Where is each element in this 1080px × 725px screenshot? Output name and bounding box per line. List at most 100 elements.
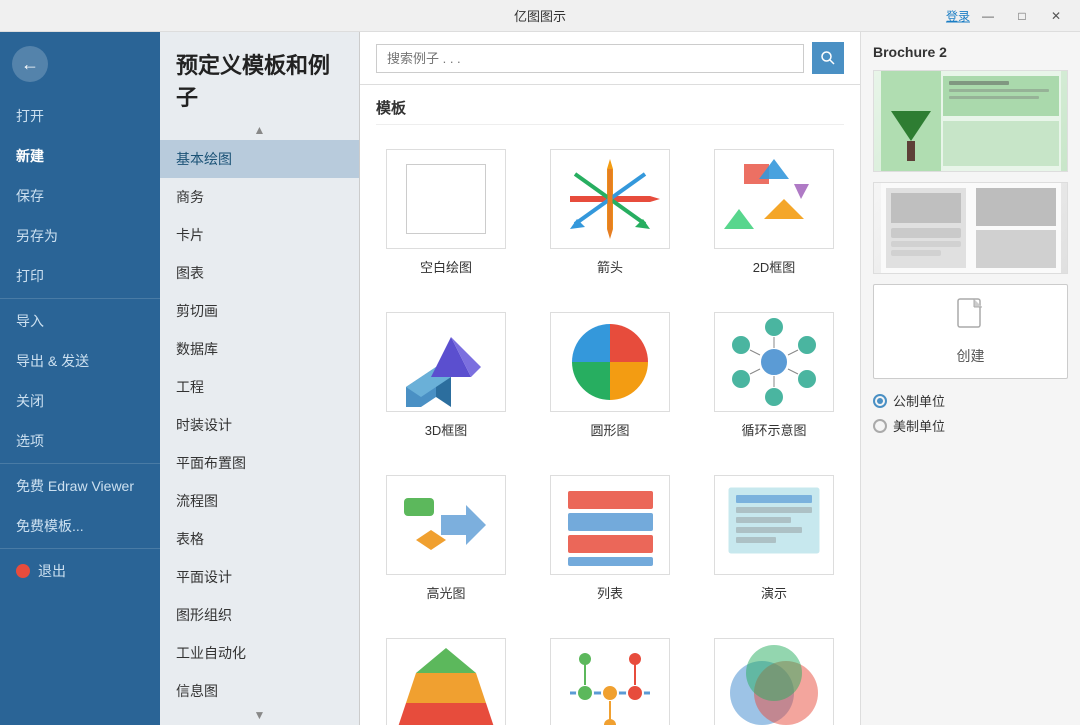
- timeline-icon: [550, 638, 670, 725]
- template-grid: 空白绘图: [376, 141, 844, 725]
- content-area: 模板 空白绘图: [360, 32, 860, 725]
- search-bar: [360, 32, 860, 85]
- category-item-table[interactable]: 表格: [160, 520, 359, 558]
- main-layout: ← 打开 新建 保存 另存为 打印 导入 导出 & 发送 关闭 选项: [0, 32, 1080, 725]
- pyramid-icon: [386, 638, 506, 725]
- sidebar-divider-3: [0, 548, 160, 549]
- category-item-engineering[interactable]: 工程: [160, 368, 359, 406]
- template-circle-diagram[interactable]: 循环示意图: [704, 304, 844, 447]
- template-circle-diagram-label: 循环示意图: [741, 420, 806, 439]
- category-item-industrial[interactable]: 工业自动化: [160, 634, 359, 672]
- category-item-database[interactable]: 数据库: [160, 330, 359, 368]
- titlebar: 亿图图示 登录 — □ ✕: [0, 0, 1080, 32]
- login-link[interactable]: 登录: [946, 7, 970, 24]
- category-item-flowchart[interactable]: 流程图: [160, 482, 359, 520]
- preview-title: Brochure 2: [873, 44, 1068, 60]
- preview-image-2: [873, 182, 1068, 274]
- template-venn[interactable]: [704, 630, 844, 725]
- template-3d-frame-label: 3D框图: [425, 420, 468, 439]
- 3d-frame-icon: [386, 312, 506, 412]
- template-2d-frame-label: 2D框图: [753, 257, 796, 276]
- maximize-button[interactable]: □: [1006, 4, 1038, 28]
- template-circle-chart-label: 圆形图: [590, 420, 629, 439]
- category-item-clipart[interactable]: 剪切画: [160, 292, 359, 330]
- category-item-infographic[interactable]: 信息图: [160, 672, 359, 705]
- 2d-frame-icon: [714, 149, 834, 249]
- preview-panel: Brochure 2: [860, 32, 1080, 725]
- back-button[interactable]: ←: [12, 46, 48, 82]
- radio-metric[interactable]: 公制单位: [873, 391, 1068, 410]
- template-pyramid[interactable]: [376, 630, 516, 725]
- radio-imperial-label: 美制单位: [893, 416, 945, 435]
- sidebar-divider-1: [0, 298, 160, 299]
- sidebar-item-viewer[interactable]: 免费 Edraw Viewer: [0, 466, 160, 506]
- sidebar-back[interactable]: ←: [0, 40, 160, 88]
- category-item-fashion[interactable]: 时装设计: [160, 406, 359, 444]
- sidebar-item-save[interactable]: 保存: [0, 176, 160, 216]
- create-button[interactable]: 创建: [873, 284, 1068, 379]
- category-list: 基本绘图 商务 卡片 图表 剪切画 数据库 工程 时装设计 平面布置图 流程图 …: [160, 140, 359, 705]
- scroll-down-arrow[interactable]: ▼: [160, 705, 359, 725]
- sidebar-item-new[interactable]: 新建: [0, 136, 160, 176]
- search-input[interactable]: [376, 44, 804, 73]
- template-presentation-label: 演示: [761, 583, 787, 602]
- venn-icon: [714, 638, 834, 725]
- arrow-icon: [550, 149, 670, 249]
- sidebar-item-export[interactable]: 导出 & 发送: [0, 341, 160, 381]
- template-highlight[interactable]: 高光图: [376, 467, 516, 610]
- category-item-flatdesign[interactable]: 平面设计: [160, 558, 359, 596]
- create-label: 创建: [957, 346, 985, 366]
- sidebar: ← 打开 新建 保存 另存为 打印 导入 导出 & 发送 关闭 选项: [0, 32, 160, 725]
- radio-metric-label: 公制单位: [893, 391, 945, 410]
- sidebar-item-open[interactable]: 打开: [0, 96, 160, 136]
- category-item-card[interactable]: 卡片: [160, 216, 359, 254]
- template-3d-frame[interactable]: 3D框图: [376, 304, 516, 447]
- close-button[interactable]: ✕: [1040, 4, 1072, 28]
- sidebar-item-quit[interactable]: 退出: [0, 551, 160, 591]
- sidebar-item-saveas[interactable]: 另存为: [0, 216, 160, 256]
- template-list-label: 列表: [597, 583, 623, 602]
- sidebar-item-free-templates[interactable]: 免费模板...: [0, 506, 160, 546]
- quit-icon: [16, 564, 30, 578]
- template-2d-frame[interactable]: 2D框图: [704, 141, 844, 284]
- category-item-floorplan[interactable]: 平面布置图: [160, 444, 359, 482]
- template-presentation[interactable]: 演示: [704, 467, 844, 610]
- highlight-icon: [386, 475, 506, 575]
- sidebar-item-options[interactable]: 选项: [0, 421, 160, 461]
- radio-imperial[interactable]: 美制单位: [873, 416, 1068, 435]
- minimize-button[interactable]: —: [972, 4, 1004, 28]
- sidebar-divider-2: [0, 463, 160, 464]
- category-panel: 预定义模板和例子 ▲ 基本绘图 商务 卡片 图表 剪切画 数据库 工程 时装设计…: [160, 32, 360, 725]
- preview-image-1: [873, 70, 1068, 172]
- blank-icon: [386, 149, 506, 249]
- template-blank[interactable]: 空白绘图: [376, 141, 516, 284]
- category-item-graphic-org[interactable]: 图形组织: [160, 596, 359, 634]
- sidebar-item-close[interactable]: 关闭: [0, 381, 160, 421]
- circle-chart-icon: [550, 312, 670, 412]
- circle-diagram-icon: [714, 312, 834, 412]
- app-title: 亿图图示: [514, 6, 566, 25]
- window-controls: — □ ✕: [972, 0, 1072, 32]
- page-title: 预定义模板和例子: [160, 32, 359, 120]
- category-item-chart[interactable]: 图表: [160, 254, 359, 292]
- category-item-business[interactable]: 商务: [160, 178, 359, 216]
- search-icon: [820, 50, 836, 66]
- presentation-icon: [714, 475, 834, 575]
- sidebar-item-print[interactable]: 打印: [0, 256, 160, 296]
- template-timeline[interactable]: [540, 630, 680, 725]
- category-item-basic[interactable]: 基本绘图: [160, 140, 359, 178]
- template-arrow-label: 箭头: [597, 257, 623, 276]
- template-circle-chart[interactable]: 圆形图: [540, 304, 680, 447]
- template-arrow[interactable]: 箭头: [540, 141, 680, 284]
- section-header: 模板: [376, 97, 844, 125]
- scroll-up-arrow[interactable]: ▲: [160, 120, 359, 140]
- list-icon: [550, 475, 670, 575]
- radio-metric-dot: [873, 394, 887, 408]
- search-button[interactable]: [812, 42, 844, 74]
- radio-imperial-dot: [873, 419, 887, 433]
- templates-section: 模板 空白绘图: [360, 85, 860, 725]
- template-blank-label: 空白绘图: [420, 257, 472, 276]
- template-list[interactable]: 列表: [540, 467, 680, 610]
- create-icon: [956, 297, 986, 340]
- sidebar-item-import[interactable]: 导入: [0, 301, 160, 341]
